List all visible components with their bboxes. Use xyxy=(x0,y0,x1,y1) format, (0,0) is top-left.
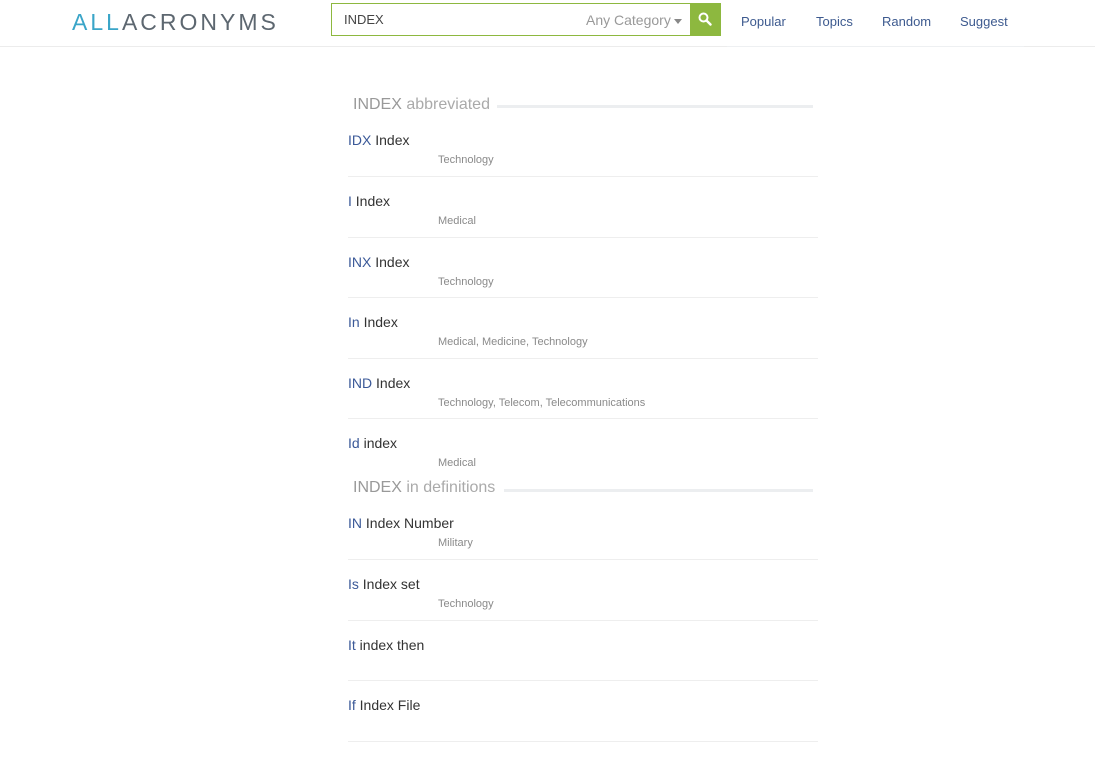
site-logo[interactable]: ALLACRONYMS xyxy=(72,9,279,36)
acronym-link[interactable]: In xyxy=(348,314,360,330)
acronym-link[interactable]: If xyxy=(348,697,356,713)
list-item[interactable]: If Index File xyxy=(348,697,818,757)
entry-head: IN Index Number xyxy=(348,515,454,531)
entry-categories[interactable]: Technology xyxy=(438,276,494,288)
acronym-link[interactable]: I xyxy=(348,193,352,209)
entry-categories[interactable]: Military xyxy=(438,537,473,549)
entry-head: Is Index set xyxy=(348,576,420,592)
divider xyxy=(348,418,818,419)
acronym-meaning[interactable]: Index set xyxy=(363,576,420,592)
caret-down-icon xyxy=(673,18,682,24)
section-term: INDEX xyxy=(353,96,402,113)
entry-categories[interactable]: Technology, Telecom, Telecommunications xyxy=(438,397,645,409)
list-item[interactable]: IDX Index Technology xyxy=(348,132,818,192)
nav-popular[interactable]: Popular xyxy=(741,14,786,29)
acronym-link[interactable]: IND xyxy=(348,375,372,391)
acronym-meaning[interactable]: Index xyxy=(375,254,409,270)
entry-head: If Index File xyxy=(348,697,420,713)
acronym-link[interactable]: INX xyxy=(348,254,371,270)
section-title-definitions: INDEX in definitions xyxy=(353,479,495,497)
list-item[interactable]: IN Index Number Military xyxy=(348,515,818,575)
divider xyxy=(348,297,818,298)
acronym-meaning[interactable]: index then xyxy=(360,637,425,653)
entry-head: INX Index xyxy=(348,254,409,270)
entry-head: Id index xyxy=(348,435,397,451)
acronym-link[interactable]: IN xyxy=(348,515,362,531)
entry-head: It index then xyxy=(348,637,424,653)
divider xyxy=(348,620,818,621)
divider xyxy=(348,680,818,681)
entry-head: In Index xyxy=(348,314,398,330)
site-header: ALLACRONYMS Any Category Popular Topics … xyxy=(0,0,1095,47)
logo-all: ALL xyxy=(72,9,122,35)
entry-categories[interactable]: Medical, Medicine, Technology xyxy=(438,336,588,348)
acronym-meaning[interactable]: Index Number xyxy=(366,515,454,531)
divider xyxy=(348,741,818,742)
nav-suggest[interactable]: Suggest xyxy=(960,14,1008,29)
acronym-meaning[interactable]: Index File xyxy=(360,697,421,713)
acronym-meaning[interactable]: Index xyxy=(376,375,410,391)
acronym-meaning[interactable]: Index xyxy=(375,132,409,148)
acronym-link[interactable]: It xyxy=(348,637,356,653)
nav-random[interactable]: Random xyxy=(882,14,931,29)
acronym-meaning[interactable]: Index xyxy=(356,193,390,209)
divider xyxy=(348,358,818,359)
list-item[interactable]: IND Index Technology, Telecom, Telecommu… xyxy=(348,375,818,435)
divider xyxy=(348,176,818,177)
entry-categories[interactable]: Technology xyxy=(438,154,494,166)
divider xyxy=(348,237,818,238)
search-button[interactable] xyxy=(690,3,721,36)
entry-categories[interactable]: Technology xyxy=(438,598,494,610)
list-item[interactable]: INX Index Technology xyxy=(348,254,818,314)
entry-categories[interactable]: Medical xyxy=(438,215,476,227)
list-item[interactable]: Is Index set Technology xyxy=(348,576,818,636)
acronym-meaning[interactable]: Index xyxy=(364,314,398,330)
section-divider xyxy=(504,489,813,492)
acronym-link[interactable]: Is xyxy=(348,576,359,592)
entry-head: I Index xyxy=(348,193,390,209)
category-label: Any Category xyxy=(586,12,671,28)
search-input[interactable] xyxy=(332,4,574,35)
section-suffix: in definitions xyxy=(401,479,496,496)
category-dropdown[interactable]: Any Category xyxy=(586,12,682,28)
acronym-meaning[interactable]: index xyxy=(364,435,397,451)
acronym-link[interactable]: IDX xyxy=(348,132,371,148)
entry-categories[interactable]: Medical xyxy=(438,457,476,469)
acronym-link[interactable]: Id xyxy=(348,435,360,451)
logo-acronyms: ACRONYMS xyxy=(121,9,279,35)
entry-head: IND Index xyxy=(348,375,410,391)
list-item[interactable]: It index then xyxy=(348,637,818,697)
section-divider xyxy=(497,105,813,108)
nav-topics[interactable]: Topics xyxy=(816,14,853,29)
section-term: INDEX xyxy=(353,479,402,496)
divider xyxy=(348,559,818,560)
section-title-abbreviated: INDEX abbreviated xyxy=(353,96,490,114)
search-box: Any Category xyxy=(331,3,720,36)
main-nav: Popular Topics Random Suggest xyxy=(727,0,1024,47)
search-icon xyxy=(698,12,712,26)
list-item[interactable]: I Index Medical xyxy=(348,193,818,253)
section-suffix: abbreviated xyxy=(401,96,490,113)
list-item[interactable]: In Index Medical, Medicine, Technology xyxy=(348,314,818,374)
entry-head: IDX Index xyxy=(348,132,409,148)
